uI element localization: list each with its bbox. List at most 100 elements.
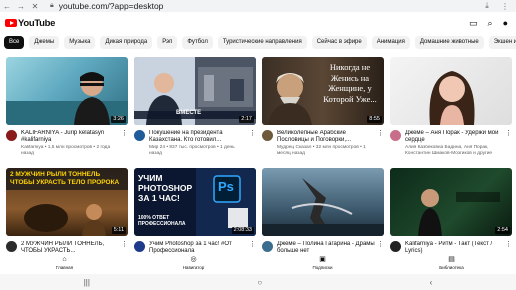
back-icon[interactable]: ‹ [430,278,433,287]
video-card[interactable]: Никогда не Женись на Женщине, у Которой … [262,57,384,157]
search-icon[interactable]: ⌕ [488,18,493,29]
account-icon[interactable]: ● [503,18,508,29]
video-title[interactable]: Учим Photoshop за 1 час! #От Профессиона… [149,241,247,255]
close-icon[interactable]: ✕ [28,0,42,12]
explore-icon: ◎ [190,256,197,263]
video-thumbnail[interactable]: ВМЕСТЕ 2:17 [134,57,256,125]
youtube-logo[interactable]: YouTube [5,18,55,29]
youtube-header: YouTube ▭ ⌕ ● [0,12,516,34]
nav-label: Навигатор [182,265,205,270]
lock-icon: 🔒︎ [50,2,54,9]
thumbnail-image [418,189,500,236]
channel-avatar[interactable] [390,130,401,141]
thumbnail-image [6,72,128,125]
more-vert-icon[interactable]: ⋮ [121,241,128,255]
more-vert-icon[interactable]: ⋮ [121,130,128,157]
nav-library[interactable]: ▤ Библиотека [387,254,516,272]
channel-avatar[interactable] [6,130,17,141]
video-card[interactable]: УЧИМ PHOTOSHOP ЗА 1 ЧАС! Ps 100% ОТВЕТ П… [134,168,256,255]
chip-5[interactable]: Футбол [182,36,213,49]
duration-badge: 3:26 [111,116,126,123]
more-vert-icon[interactable]: ⋮ [377,241,384,255]
chip-8[interactable]: Анимация [371,36,410,49]
video-thumbnail[interactable] [390,57,512,125]
duration-badge: 2:54 [495,227,510,234]
thumbnail-image [429,71,475,125]
ps-logo: Ps [218,179,234,194]
video-title[interactable]: Покушение на президента Казахстана. Кто … [149,130,247,144]
channel-avatar[interactable] [134,130,145,141]
url-text: youtube.com/?app=desktop [58,1,164,11]
chip-2[interactable]: Музыка [64,36,96,49]
video-card[interactable]: 2:54 Kalifarniya - Ритм - Такт (Текст / … [390,168,512,255]
chip-6[interactable]: Туристические направления [217,36,307,49]
more-vert-icon[interactable]: ⋮ [249,241,256,255]
video-meta: Kalifarniya • 1,5 млн просмотров • 2 год… [21,145,111,156]
video-card[interactable]: 2 МУЖЧИН РЫЛИ ТОННЕЛЬ ЧТОБЫ УКРАСТЬ ТЕЛО… [6,168,128,255]
home-icon: ⌂ [62,256,67,263]
bottom-navigation: ⌂ Главная ◎ Навигатор ▣ Подписки ▤ Библи… [0,254,516,272]
video-thumbnail[interactable]: УЧИМ PHOTOSHOP ЗА 1 ЧАС! Ps 100% ОТВЕТ П… [134,168,256,236]
chip-3[interactable]: Дикая природа [100,36,153,49]
nav-home[interactable]: ⌂ Главная [0,254,129,272]
system-navigation-bar: ||| ○ ‹ [0,274,516,290]
thumbnail-caption: 2 МУЖЧИН РЫЛИ ТОННЕЛЬ ЧТОБЫ УКРАСТЬ ТЕЛО… [10,171,120,186]
video-card[interactable]: Джеме – Полина Гагарина - Драмы больше н… [262,168,384,255]
video-card[interactable]: Джеме – Аня Порак - Удержи мои сердце Ал… [390,57,512,157]
video-thumbnail[interactable]: Никогда не Женись на Женщине, у Которой … [262,57,384,125]
category-chips: Все Джемы Музыка Дикая природа Рэп Футбол Тури… [4,36,516,50]
recents-icon[interactable]: ||| [84,278,90,287]
library-icon: ▤ [448,256,455,263]
channel-avatar[interactable] [134,241,145,252]
chip-4[interactable]: Рэп [157,36,178,49]
duration-badge: 5:11 [111,227,126,234]
video-meta: Мудрец Сказал • 32 млн просмотров • 1 ме… [277,145,366,156]
home-circle-icon[interactable]: ○ [257,278,262,287]
video-thumbnail[interactable]: 2 МУЖЧИН РЫЛИ ТОННЕЛЬ ЧТОБЫ УКРАСТЬ ТЕЛО… [6,168,128,236]
channel-avatar[interactable] [390,241,401,252]
logo-text: YouTube [18,17,56,29]
chip-10[interactable]: Экшен и приключения [488,36,516,49]
channel-avatar[interactable] [262,241,273,252]
more-vert-icon[interactable]: ⋮ [498,0,512,12]
nav-subscriptions[interactable]: ▣ Подписки [258,254,387,272]
video-thumbnail[interactable] [262,168,384,236]
video-title[interactable]: KALIFARNIYA - Jurip kelatasyn #kalifarni… [21,130,119,144]
download-icon[interactable]: ⤓ [480,0,494,12]
more-vert-icon[interactable]: ⋮ [249,130,256,157]
duration-badge: 2:17 [239,116,254,123]
subscriptions-icon: ▣ [319,256,326,263]
chip-0[interactable]: Все [4,36,25,49]
nav-label: Подписки [312,265,333,270]
chip-1[interactable]: Джемы [29,36,60,49]
video-thumbnail[interactable]: 3:26 [6,57,128,125]
video-title[interactable]: 2 МУЖЧИН РЫЛИ ТОННЕЛЬ, ЧТОБЫ УКРАСТЬ... [21,241,119,255]
cast-icon[interactable]: ▭ [469,18,478,29]
more-vert-icon[interactable]: ⋮ [505,241,512,255]
duration-badge: 2:08:33 [231,227,254,234]
address-bar[interactable]: 🔒︎ youtube.com/?app=desktop [50,1,163,12]
more-vert-icon[interactable]: ⋮ [377,130,384,157]
thumbnail-image [262,178,384,236]
thumbnail-caption: ВМЕСТЕ [176,110,202,116]
video-title[interactable]: Великолепные Арабские Пословицы и Погово… [277,130,375,144]
chip-9[interactable]: Домашние животные [414,36,484,49]
thumbnail-caption: Никогда не Женись на Женщине, у Которой … [323,62,377,104]
video-meta: Алия Казбековна Бадина, Аня Порак, Конст… [405,145,493,156]
more-vert-icon[interactable]: ⋮ [505,130,512,157]
channel-avatar[interactable] [262,130,273,141]
video-title[interactable]: Джеме – Полина Гагарина - Драмы больше н… [277,241,375,255]
video-title[interactable]: Kalifarniya - Ритм - Такт (Текст / Lyric… [405,241,503,255]
chip-7[interactable]: Сейчас в эфире [311,36,367,49]
back-arrow-icon[interactable]: ← [0,0,14,12]
video-title[interactable]: Джеме – Аня Порак - Удержи мои сердце [405,130,503,144]
youtube-play-icon [5,18,17,28]
forward-arrow-icon[interactable]: → [14,0,28,12]
video-card[interactable]: 3:26 KALIFARNIYA - Jurip kelatasyn #kali… [6,57,128,157]
video-thumbnail[interactable]: 2:54 [390,168,512,236]
nav-explore[interactable]: ◎ Навигатор [129,254,258,272]
ps-badge: 100% ОТВЕТ ПРОФЕССИОНАЛА [138,215,186,227]
video-card[interactable]: ВМЕСТЕ 2:17 Покушение на президента Каза… [134,57,256,157]
video-meta: Мир 24 • 837 тыс. просмотров • 1 день на… [149,145,235,156]
channel-avatar[interactable] [6,241,17,252]
